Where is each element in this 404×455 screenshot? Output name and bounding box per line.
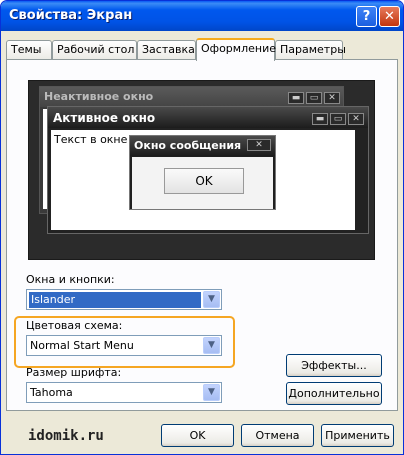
close-icon: ✕ xyxy=(324,92,340,104)
close-button[interactable]: ✕ xyxy=(379,6,400,27)
advanced-button[interactable]: Дополнительно xyxy=(286,382,382,405)
tab-themes[interactable]: Темы xyxy=(6,40,52,59)
cancel-button[interactable]: Отмена xyxy=(241,424,314,447)
font-size-value: Tahoma xyxy=(30,386,73,399)
active-caption-buttons: ▬ ▭ ✕ xyxy=(310,111,364,125)
message-ok-button: OK xyxy=(164,168,244,194)
chevron-down-icon[interactable]: ▼ xyxy=(203,384,220,401)
apply-button[interactable]: Применить xyxy=(321,424,394,447)
inactive-caption-buttons: ▬ ▭ ✕ xyxy=(286,90,340,104)
tab-settings[interactable]: Параметры xyxy=(275,40,346,59)
tab-desktop[interactable]: Рабочий стол xyxy=(52,40,137,59)
minimize-icon: ▬ xyxy=(312,113,328,125)
color-scheme-label: Цветовая схема: xyxy=(26,319,123,332)
windows-buttons-label: Окна и кнопки: xyxy=(26,273,115,286)
font-size-label: Размер шрифта: xyxy=(26,366,122,379)
maximize-icon: ▭ xyxy=(330,113,346,125)
message-box-preview: Окно сообщения ✕ OK xyxy=(129,135,276,210)
window-title: Свойства: Экран xyxy=(9,8,133,23)
help-button[interactable]: ? xyxy=(356,6,377,27)
color-scheme-select[interactable]: Normal Start Menu ▼ xyxy=(26,335,222,356)
windows-buttons-select[interactable]: Islander ▼ xyxy=(26,289,222,310)
chevron-down-icon[interactable]: ▼ xyxy=(203,291,220,308)
effects-button[interactable]: Эффекты... xyxy=(286,354,382,377)
preview-scrollbar xyxy=(355,130,365,230)
tab-appearance[interactable]: Оформление xyxy=(196,38,276,61)
window-text: Текст в окне xyxy=(54,133,128,146)
title-bar[interactable]: Свойства: Экран ? ✕ xyxy=(1,1,403,31)
windows-buttons-value: Islander xyxy=(29,292,201,308)
display-properties-dialog: Свойства: Экран ? ✕ Темы Рабочий стол За… xyxy=(0,0,404,455)
font-size-select[interactable]: Tahoma ▼ xyxy=(26,382,222,403)
watermark: idomik.ru xyxy=(28,428,104,444)
message-box-body: OK xyxy=(132,157,273,209)
ok-button[interactable]: OK xyxy=(161,424,234,447)
maximize-icon: ▭ xyxy=(306,92,322,104)
close-icon: ✕ xyxy=(247,139,271,151)
color-scheme-value: Normal Start Menu xyxy=(30,339,134,352)
tab-screensaver[interactable]: Заставка xyxy=(137,40,196,59)
chevron-down-icon[interactable]: ▼ xyxy=(203,337,220,354)
close-icon: ✕ xyxy=(348,113,364,125)
minimize-icon: ▬ xyxy=(288,92,304,104)
appearance-preview: Неактивное окно ▬ ▭ ✕ Активное окно ▬ ▭ ✕ Те… xyxy=(28,80,375,260)
